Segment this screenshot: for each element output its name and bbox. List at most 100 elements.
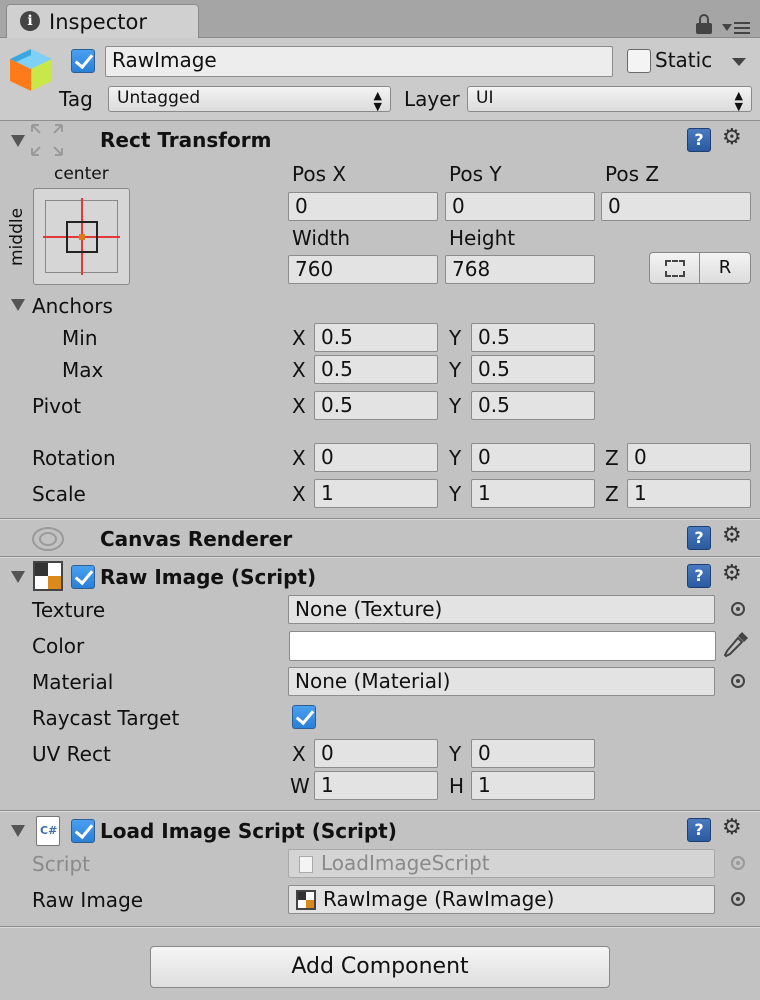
anchor-min-label: Min	[62, 326, 98, 350]
anchor-min-y-field[interactable]: 0.5	[471, 323, 595, 352]
static-checkbox[interactable]	[627, 49, 651, 73]
static-dropdown-arrow-icon[interactable]	[732, 58, 746, 66]
anchor-preset-side-label: middle	[7, 207, 27, 266]
tab-title: Inspector	[49, 10, 147, 34]
width-label: Width	[292, 226, 351, 250]
object-picker-icon[interactable]	[731, 602, 745, 616]
raw-image-field-label: Raw Image	[32, 888, 144, 912]
add-component-button[interactable]: Add Component	[150, 946, 610, 988]
raw-edit-button[interactable]: R	[700, 252, 751, 284]
script-value: LoadImageScript	[321, 851, 490, 875]
raw-image-title: Raw Image (Script)	[100, 565, 317, 589]
pos-x-label: Pos X	[292, 162, 347, 186]
script-file-icon	[299, 856, 313, 873]
scale-z-field[interactable]: 1	[627, 479, 751, 508]
texture-field[interactable]: None (Texture)	[288, 595, 715, 624]
popup-arrow-icon: ▲ ▼	[734, 89, 743, 113]
foldout-arrow-icon[interactable]	[11, 135, 25, 147]
add-component-label: Add Component	[291, 954, 469, 979]
object-picker-icon[interactable]	[731, 892, 745, 906]
foldout-arrow-icon[interactable]	[11, 571, 25, 583]
axis-label: X	[292, 326, 306, 350]
gear-icon[interactable]: ⚙	[722, 563, 742, 585]
width-field[interactable]: 760	[288, 255, 438, 284]
axis-label: Y	[449, 394, 462, 418]
uv-y-field[interactable]: 0	[471, 739, 595, 768]
pos-z-label: Pos Z	[605, 162, 660, 186]
axis-label: Z	[605, 446, 619, 470]
material-field[interactable]: None (Material)	[288, 667, 715, 696]
raw-image-reference-field[interactable]: RawImage (RawImage)	[288, 885, 715, 914]
pivot-y-field[interactable]: 0.5	[471, 391, 595, 420]
load-image-script-title: Load Image Script (Script)	[100, 819, 397, 843]
gear-icon[interactable]: ⚙	[722, 525, 742, 547]
anchor-preset-button[interactable]	[33, 188, 130, 285]
divider	[0, 927, 760, 928]
uv-rect-label: UV Rect	[32, 742, 111, 766]
script-label: Script	[32, 852, 91, 876]
rotation-x-field[interactable]: 0	[314, 443, 438, 472]
axis-label: X	[292, 358, 306, 382]
scale-x-field[interactable]: 1	[314, 479, 438, 508]
blueprint-mode-button[interactable]	[649, 252, 700, 284]
uv-x-field[interactable]: 0	[314, 739, 438, 768]
pivot-x-field[interactable]: 0.5	[314, 391, 438, 420]
layer-dropdown[interactable]: UI ▲ ▼	[467, 86, 752, 112]
rect-transform-title: Rect Transform	[100, 128, 272, 152]
anchor-max-x-field[interactable]: 0.5	[314, 355, 438, 384]
axis-label: Z	[605, 482, 619, 506]
anchors-label: Anchors	[32, 294, 113, 318]
raycast-target-checkbox[interactable]	[292, 705, 316, 729]
raw-image-enabled-toggle[interactable]	[71, 565, 95, 589]
lock-icon[interactable]	[696, 14, 712, 34]
uv-h-field[interactable]: 1	[471, 771, 595, 800]
anchor-min-x-field[interactable]: 0.5	[314, 323, 438, 352]
axis-label: X	[292, 446, 306, 470]
scale-label: Scale	[32, 482, 86, 506]
anchor-max-y-field[interactable]: 0.5	[471, 355, 595, 384]
pivot-label: Pivot	[32, 394, 82, 418]
rotation-z-field[interactable]: 0	[627, 443, 751, 472]
gameobject-name-field[interactable]: RawImage	[105, 46, 613, 77]
help-icon[interactable]: ?	[687, 818, 711, 842]
eyedropper-icon[interactable]	[722, 630, 750, 660]
tag-value: Untagged	[117, 88, 201, 108]
uv-w-field[interactable]: 1	[314, 771, 438, 800]
object-picker-icon[interactable]	[731, 674, 745, 688]
color-swatch[interactable]	[289, 631, 716, 661]
axis-label: W	[290, 774, 310, 798]
rotation-label: Rotation	[32, 446, 116, 470]
divider	[0, 120, 760, 121]
tag-dropdown[interactable]: Untagged ▲ ▼	[108, 86, 391, 112]
pos-y-label: Pos Y	[449, 162, 502, 186]
axis-label: Y	[449, 742, 462, 766]
help-icon[interactable]: ?	[687, 128, 711, 152]
script-field: LoadImageScript	[288, 849, 715, 878]
active-toggle[interactable]	[71, 49, 95, 73]
axis-label: H	[449, 774, 465, 798]
help-icon[interactable]: ?	[687, 526, 711, 550]
raw-edit-label: R	[718, 257, 732, 278]
color-label: Color	[32, 634, 85, 658]
foldout-arrow-icon[interactable]	[11, 825, 25, 837]
pos-z-field[interactable]: 0	[601, 192, 751, 221]
info-icon: i	[20, 11, 40, 31]
scale-y-field[interactable]: 1	[471, 479, 595, 508]
help-icon[interactable]: ?	[687, 564, 711, 588]
height-label: Height	[449, 226, 516, 250]
axis-label: Y	[449, 446, 462, 470]
raycast-target-label: Raycast Target	[32, 706, 180, 730]
load-image-script-enabled-toggle[interactable]	[71, 819, 95, 843]
raw-image-icon	[296, 890, 316, 910]
canvas-renderer-title: Canvas Renderer	[100, 527, 293, 551]
inspector-tab[interactable]: i Inspector	[6, 4, 199, 38]
gear-icon[interactable]: ⚙	[722, 817, 742, 839]
height-field[interactable]: 768	[445, 255, 595, 284]
rotation-y-field[interactable]: 0	[471, 443, 595, 472]
pos-x-field[interactable]: 0	[288, 192, 438, 221]
anchors-foldout-arrow-icon[interactable]	[11, 299, 25, 311]
raw-image-reference-value: RawImage (RawImage)	[323, 887, 555, 911]
pos-y-field[interactable]: 0	[445, 192, 595, 221]
gear-icon[interactable]: ⚙	[722, 127, 742, 149]
menu-icon[interactable]	[722, 20, 750, 36]
